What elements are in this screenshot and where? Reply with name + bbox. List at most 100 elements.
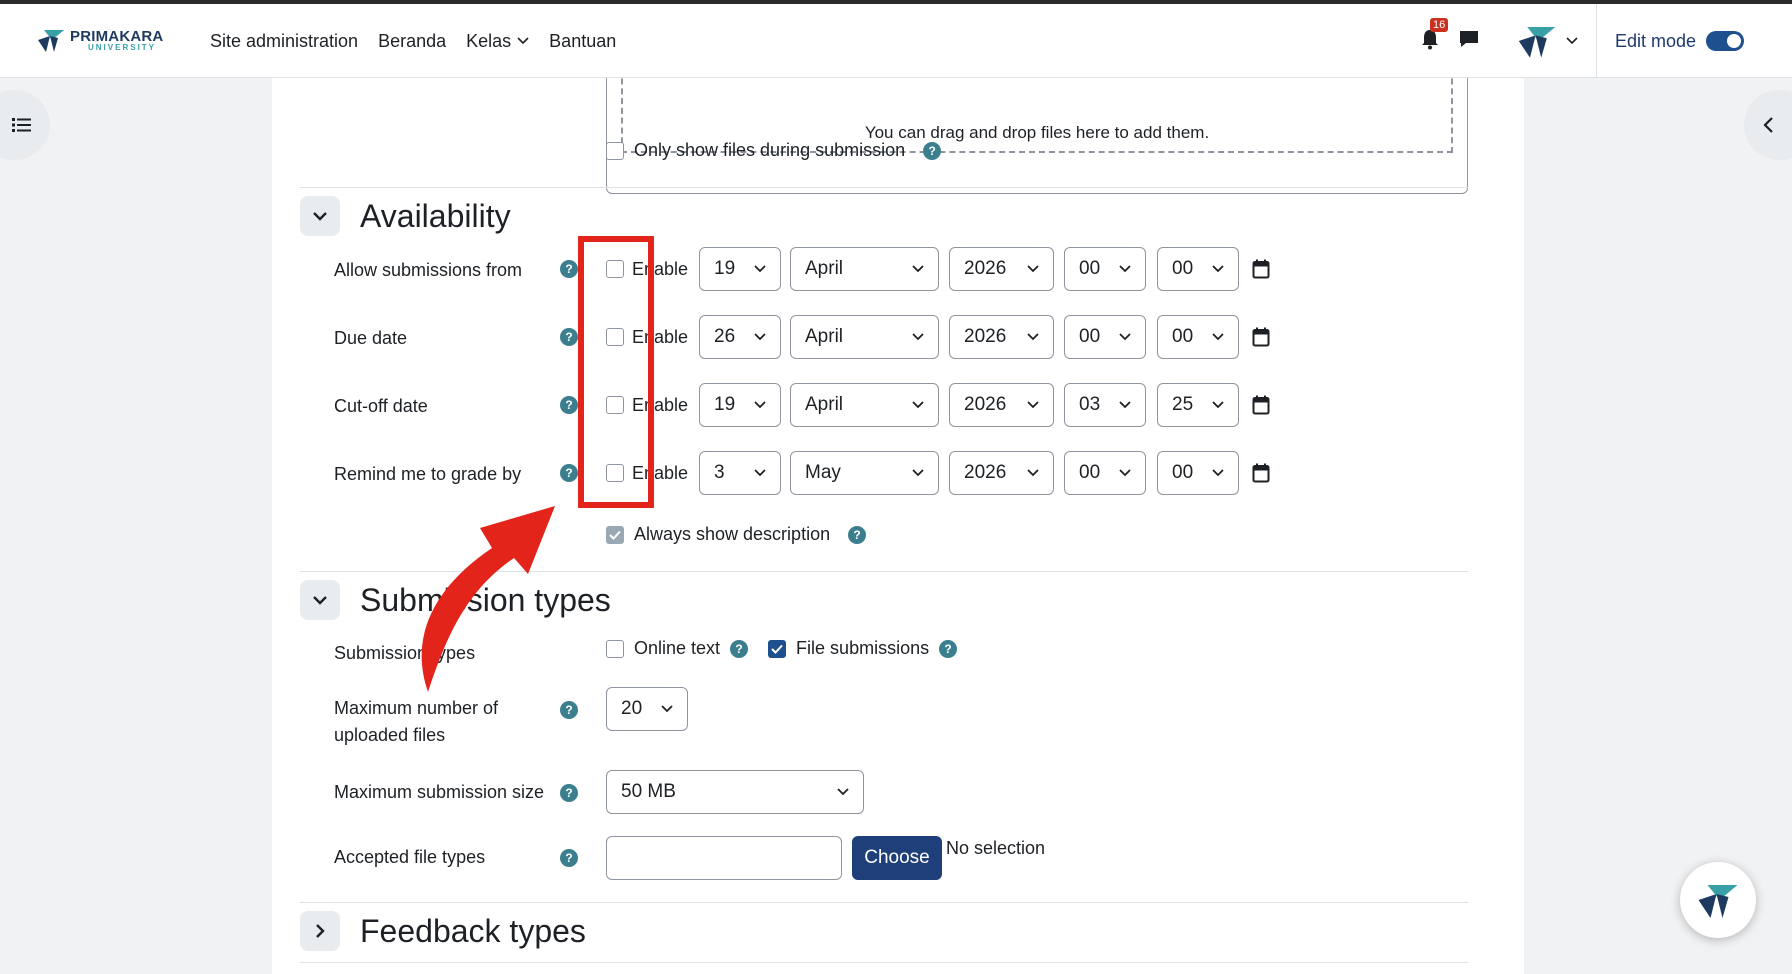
help-icon[interactable]: ? bbox=[560, 464, 578, 482]
calendar-icon bbox=[1252, 395, 1270, 415]
hour-value: 00 bbox=[1079, 258, 1101, 279]
max-size-value: 50 MB bbox=[621, 781, 676, 802]
due-date-minute-select[interactable]: 00 bbox=[1157, 315, 1239, 359]
help-icon[interactable]: ? bbox=[560, 849, 578, 867]
nav-site-administration[interactable]: Site administration bbox=[210, 31, 358, 52]
help-icon[interactable]: ? bbox=[560, 396, 578, 414]
edit-mode-toggle[interactable] bbox=[1706, 31, 1744, 51]
chevron-down-icon bbox=[837, 788, 849, 796]
cut-off-date-day-select[interactable]: 19 bbox=[699, 383, 781, 427]
allow-submissions-from-hour-select[interactable]: 00 bbox=[1064, 247, 1146, 291]
minute-value: 00 bbox=[1172, 326, 1194, 347]
file-drop-area[interactable]: You can drag and drop files here to add … bbox=[606, 78, 1468, 194]
submission-types-field-label: Submission types bbox=[334, 643, 476, 663]
block-drawer-button[interactable] bbox=[1744, 90, 1792, 160]
year-value: 2026 bbox=[964, 326, 1007, 347]
file-submissions-checkbox[interactable] bbox=[768, 639, 787, 658]
user-menu[interactable] bbox=[1516, 4, 1597, 78]
help-icon[interactable]: ? bbox=[939, 639, 958, 658]
help-icon[interactable]: ? bbox=[560, 260, 578, 278]
choose-button[interactable]: Choose bbox=[852, 836, 942, 880]
only-show-files-checkbox[interactable] bbox=[606, 141, 624, 160]
chevron-down-icon bbox=[1212, 265, 1224, 273]
month-value: April bbox=[805, 326, 844, 347]
cut-off-date-calendar-button[interactable] bbox=[1252, 395, 1270, 420]
course-index-drawer-button[interactable] bbox=[0, 90, 50, 160]
availability-title: Availability bbox=[360, 197, 511, 234]
chevron-down-icon bbox=[1027, 469, 1039, 477]
help-icon[interactable]: ? bbox=[560, 784, 578, 802]
chevron-down-icon bbox=[912, 333, 924, 341]
notifications-button[interactable]: 16 bbox=[1420, 17, 1449, 55]
check-icon bbox=[771, 644, 783, 654]
floating-assistant-button[interactable] bbox=[1680, 862, 1756, 938]
remind-me-to-grade-by-year-select[interactable]: 2026 bbox=[949, 451, 1054, 495]
logo[interactable]: PRIMAKARA UNIVERSITY bbox=[36, 26, 163, 54]
submission-types-collapse-button[interactable] bbox=[300, 580, 340, 620]
due-date-hour-select[interactable]: 00 bbox=[1064, 315, 1146, 359]
day-value: 19 bbox=[714, 258, 736, 279]
messages-button[interactable] bbox=[1458, 29, 1480, 54]
due-date-day-select[interactable]: 26 bbox=[699, 315, 781, 359]
accepted-types-label: Accepted file types bbox=[334, 847, 486, 867]
nav-kelas-label: Kelas bbox=[466, 30, 512, 51]
help-icon[interactable]: ? bbox=[560, 328, 578, 346]
due-date-year-select[interactable]: 2026 bbox=[949, 315, 1054, 359]
due-date-enable-checkbox[interactable] bbox=[606, 328, 624, 346]
avatar-logo-icon bbox=[1518, 27, 1556, 58]
nav-bantuan[interactable]: Bantuan bbox=[549, 31, 616, 52]
online-text-label: Online text bbox=[634, 638, 721, 658]
help-icon[interactable]: ? bbox=[730, 639, 749, 658]
remind-me-to-grade-by-month-select[interactable]: May bbox=[790, 451, 939, 495]
allow-submissions-from-day-select[interactable]: 19 bbox=[699, 247, 781, 291]
remind-me-to-grade-by-minute-select[interactable]: 00 bbox=[1157, 451, 1239, 495]
allow-submissions-from-enable-checkbox[interactable] bbox=[606, 260, 624, 278]
online-text-checkbox[interactable] bbox=[606, 639, 624, 658]
accepted-types-input[interactable] bbox=[606, 836, 842, 880]
year-value: 2026 bbox=[964, 462, 1007, 483]
chevron-down-icon bbox=[754, 265, 766, 273]
remind-me-to-grade-by-day-select[interactable]: 3 bbox=[699, 451, 781, 495]
allow-submissions-from-minute-select[interactable]: 00 bbox=[1157, 247, 1239, 291]
help-icon[interactable]: ? bbox=[848, 525, 867, 544]
hour-value: 03 bbox=[1079, 394, 1101, 415]
logo-sub-text: UNIVERSITY bbox=[88, 42, 157, 52]
allow-submissions-from-month-select[interactable]: April bbox=[790, 247, 939, 291]
primakara-logo-icon bbox=[1698, 885, 1738, 918]
remind-me-to-grade-by-enable-checkbox[interactable] bbox=[606, 464, 624, 482]
help-icon[interactable]: ? bbox=[923, 141, 942, 160]
allow-submissions-from-year-select[interactable]: 2026 bbox=[949, 247, 1054, 291]
due-date-month-select[interactable]: April bbox=[790, 315, 939, 359]
minute-value: 00 bbox=[1172, 462, 1194, 483]
nav-kelas[interactable]: Kelas bbox=[466, 31, 529, 52]
chevron-down-icon bbox=[661, 705, 673, 713]
logo-main-text: PRIMAKARA bbox=[70, 27, 164, 45]
list-icon bbox=[12, 118, 31, 132]
cut-off-date-hour-select[interactable]: 03 bbox=[1064, 383, 1146, 427]
cut-off-date-year-select[interactable]: 2026 bbox=[949, 383, 1054, 427]
availability-collapse-button[interactable] bbox=[300, 196, 340, 236]
help-icon[interactable]: ? bbox=[560, 701, 578, 719]
no-selection-text: No selection bbox=[946, 838, 1046, 858]
cut-off-date-month-select[interactable]: April bbox=[790, 383, 939, 427]
always-show-description-row: Always show description ? bbox=[606, 524, 867, 545]
max-size-select[interactable]: 50 MB bbox=[606, 770, 864, 814]
nav-beranda[interactable]: Beranda bbox=[378, 31, 446, 52]
remind-me-to-grade-by-calendar-button[interactable] bbox=[1252, 463, 1270, 488]
remind-me-to-grade-by-hour-select[interactable]: 00 bbox=[1064, 451, 1146, 495]
enable-label: Enable bbox=[632, 258, 689, 279]
only-show-files-row: Only show files during submission ? bbox=[606, 140, 942, 161]
notification-count-badge: 16 bbox=[1429, 17, 1449, 32]
max-files-select[interactable]: 20 bbox=[606, 687, 688, 731]
enable-label: Enable bbox=[632, 326, 689, 347]
chevron-down-icon bbox=[1212, 333, 1224, 341]
cut-off-date-enable-checkbox[interactable] bbox=[606, 396, 624, 414]
always-show-description-checkbox[interactable] bbox=[606, 525, 624, 544]
feedback-types-expand-button[interactable] bbox=[300, 911, 340, 951]
edit-mode-switch[interactable]: Edit mode bbox=[1615, 31, 1744, 52]
chevron-down-icon bbox=[912, 401, 924, 409]
allow-submissions-from-calendar-button[interactable] bbox=[1252, 259, 1270, 284]
cut-off-date-minute-select[interactable]: 25 bbox=[1157, 383, 1239, 427]
max-size-label: Maximum submission size bbox=[334, 782, 545, 802]
due-date-calendar-button[interactable] bbox=[1252, 327, 1270, 352]
